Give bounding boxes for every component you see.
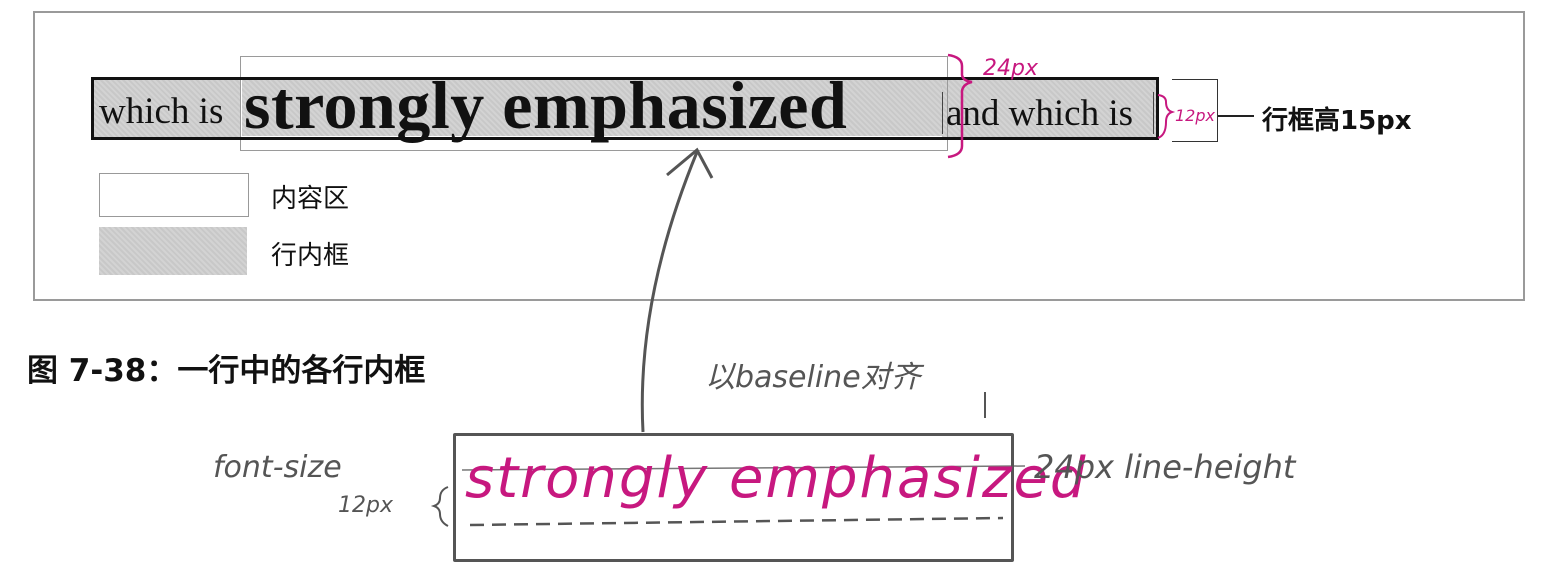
bracket-12px bbox=[1157, 94, 1176, 139]
annotation-font-size: font-size bbox=[213, 450, 342, 485]
arrow-up bbox=[640, 151, 699, 433]
annotation-12px: 12px bbox=[1175, 106, 1215, 125]
brace-12px bbox=[430, 486, 449, 527]
annotation-baseline: 以baseline对齐 bbox=[705, 360, 921, 395]
handwritten-strongly-emphasized: strongly emphasized bbox=[465, 446, 1088, 511]
annotation-line-height: 24px line-height bbox=[1034, 448, 1296, 486]
annotation-font-size-value: 12px bbox=[338, 493, 393, 518]
bracket-24px bbox=[947, 53, 973, 159]
annotation-24px: 24px bbox=[983, 56, 1038, 81]
